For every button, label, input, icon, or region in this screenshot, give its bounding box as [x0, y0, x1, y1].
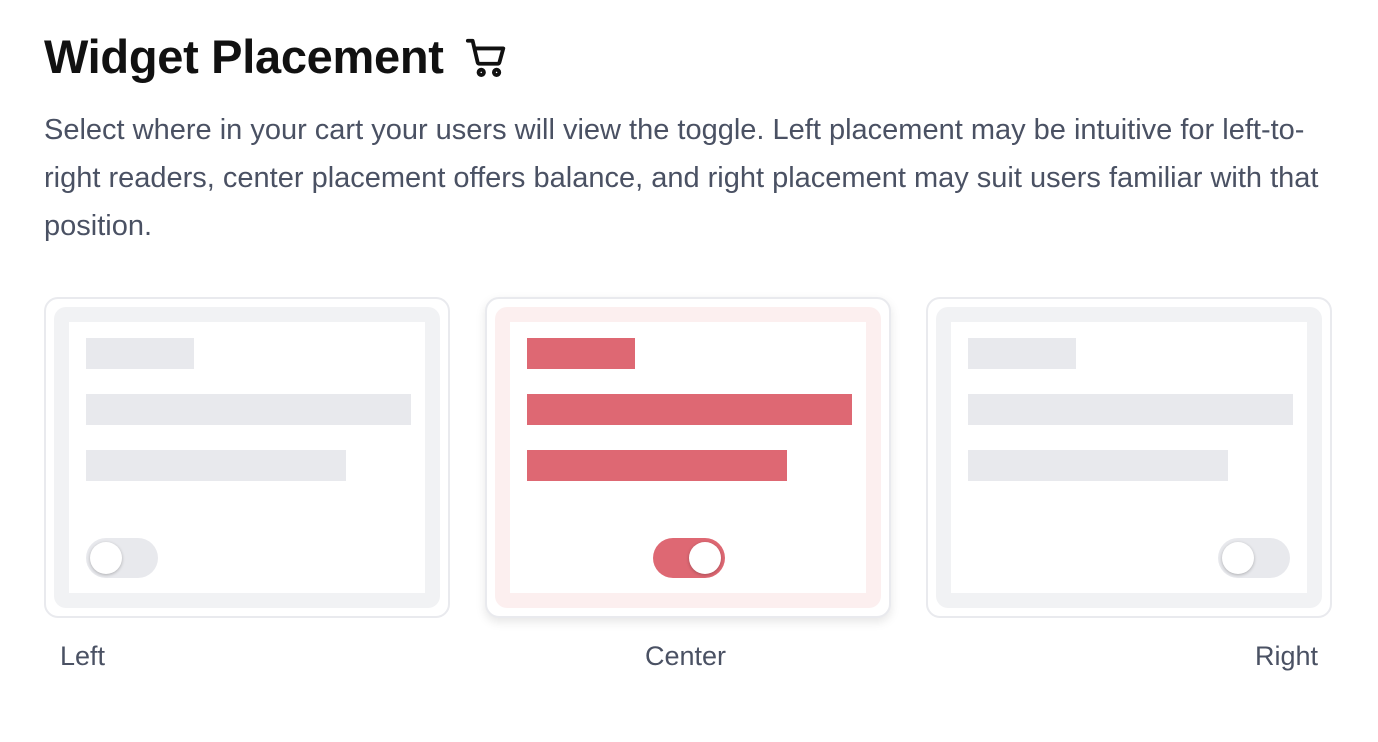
- cart-preview: [69, 322, 425, 593]
- placeholder-line: [968, 450, 1228, 481]
- header: Widget Placement: [44, 28, 510, 86]
- cart-preview: [510, 322, 866, 593]
- toggle-switch[interactable]: [1218, 538, 1290, 578]
- placeholder-line: [527, 450, 787, 481]
- cart-preview-frame: [936, 307, 1322, 608]
- placement-label-center[interactable]: Center: [645, 640, 726, 672]
- cart-preview-frame: [495, 307, 881, 608]
- placeholder-line: [86, 394, 411, 425]
- placement-label-right[interactable]: Right: [1255, 640, 1318, 672]
- cart-preview: [951, 322, 1307, 593]
- page-description: Select where in your cart your users wil…: [44, 114, 1319, 242]
- placement-label-left[interactable]: Left: [60, 640, 105, 672]
- placement-option-left[interactable]: [44, 297, 450, 618]
- toggle-switch[interactable]: [86, 538, 158, 578]
- placeholder-line: [968, 338, 1076, 369]
- placeholder-line: [86, 338, 194, 369]
- cart-icon: [464, 35, 510, 81]
- toggle-knob: [90, 542, 122, 574]
- toggle-knob: [689, 542, 721, 574]
- placeholder-line: [86, 450, 346, 481]
- toggle-switch[interactable]: [653, 538, 725, 578]
- placement-option-right[interactable]: [926, 297, 1332, 618]
- placement-option-center[interactable]: [485, 297, 891, 618]
- placeholder-line: [527, 394, 852, 425]
- page-title: Widget Placement: [44, 30, 444, 83]
- placeholder-line: [527, 338, 635, 369]
- placeholder-line: [968, 394, 1293, 425]
- cart-preview-frame: [54, 307, 440, 608]
- toggle-knob: [1222, 542, 1254, 574]
